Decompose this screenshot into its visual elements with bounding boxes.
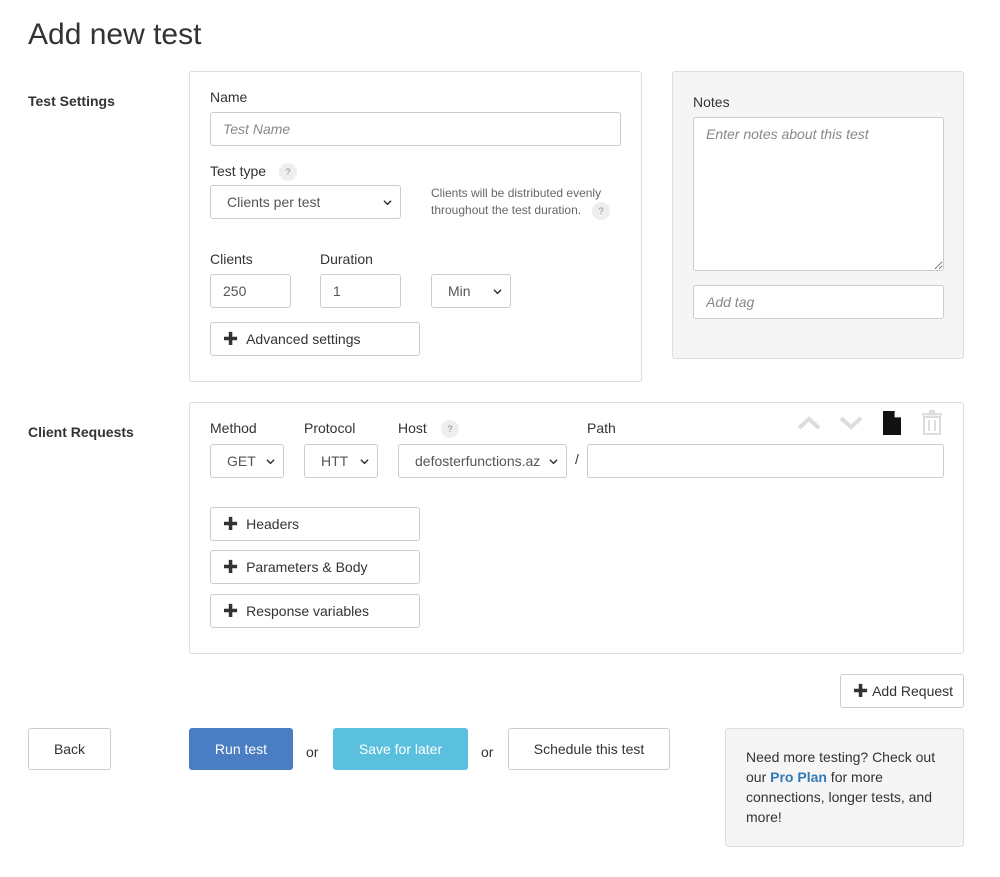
save-for-later-label: Save for later <box>358 741 443 757</box>
host-select[interactable]: defosterfunctions.az <box>398 444 567 478</box>
test-type-select[interactable]: Clients per test <box>210 185 401 219</box>
hint-help-icon[interactable]: ? <box>592 202 610 220</box>
protocol-label: Protocol <box>304 420 356 436</box>
chevron-down-icon <box>266 458 275 464</box>
test-type-help-icon[interactable]: ? <box>279 163 297 181</box>
name-label: Name <box>210 89 248 105</box>
schedule-test-label: Schedule this test <box>533 741 645 757</box>
protocol-value: HTT <box>321 453 349 469</box>
add-tag-input[interactable] <box>693 285 944 319</box>
add-request-label: Add Request <box>872 683 954 699</box>
notes-label: Notes <box>693 94 730 110</box>
path-label: Path <box>587 420 616 436</box>
copy-icon[interactable] <box>882 410 902 436</box>
protocol-select[interactable]: HTT <box>304 444 378 478</box>
pro-plan-link[interactable]: Pro Plan <box>770 769 827 785</box>
run-test-label: Run test <box>214 741 268 757</box>
trash-icon[interactable] <box>921 409 943 435</box>
notes-panel: Notes <box>672 71 964 359</box>
chevron-down-icon <box>360 458 369 464</box>
chevron-down-icon <box>383 199 392 205</box>
duration-label: Duration <box>320 251 373 267</box>
notes-textarea[interactable] <box>693 117 944 271</box>
duration-unit-value: Min <box>448 283 471 299</box>
plus-icon: ✚ <box>223 601 239 621</box>
advanced-settings-button[interactable]: ✚ Advanced settings <box>210 322 420 356</box>
headers-label: Headers <box>246 516 300 532</box>
test-type-label: Test type <box>210 163 267 179</box>
pro-plan-promo: Need more testing? Check out our Pro Pla… <box>725 728 964 847</box>
chevron-up-icon[interactable] <box>797 415 821 431</box>
parameters-body-label: Parameters & Body <box>246 559 368 575</box>
plus-icon: ✚ <box>853 681 869 701</box>
plus-icon: ✚ <box>223 557 239 577</box>
chevron-down-icon <box>549 458 558 464</box>
clients-label: Clients <box>210 251 253 267</box>
page-title: Add new test <box>28 18 202 51</box>
host-label: Host <box>398 420 427 436</box>
duration-unit-select[interactable]: Min <box>431 274 511 308</box>
method-label: Method <box>210 420 257 436</box>
chevron-down-icon[interactable] <box>839 415 863 431</box>
plus-icon: ✚ <box>223 329 239 349</box>
or-text: or <box>306 744 319 760</box>
plus-icon: ✚ <box>223 514 239 534</box>
schedule-test-button[interactable]: Schedule this test <box>508 728 670 770</box>
client-requests-panel: Method GET Protocol HTT Host ? defosterf… <box>189 402 964 654</box>
host-help-icon[interactable]: ? <box>441 420 459 438</box>
path-separator: / <box>575 451 579 467</box>
save-for-later-button[interactable]: Save for later <box>333 728 468 770</box>
or-text: or <box>481 744 494 760</box>
run-test-button[interactable]: Run test <box>189 728 293 770</box>
test-type-hint: Clients will be distributed evenly throu… <box>431 186 602 217</box>
client-requests-label: Client Requests <box>28 424 134 440</box>
add-request-button[interactable]: ✚ Add Request <box>840 674 964 708</box>
clients-input[interactable] <box>210 274 291 308</box>
advanced-settings-label: Advanced settings <box>246 331 361 347</box>
test-type-value: Clients per test <box>227 194 321 210</box>
test-name-input[interactable] <box>210 112 621 146</box>
parameters-body-button[interactable]: ✚ Parameters & Body <box>210 550 420 584</box>
method-value: GET <box>227 453 256 469</box>
response-variables-label: Response variables <box>246 603 370 619</box>
back-button[interactable]: Back <box>28 728 111 770</box>
response-variables-button[interactable]: ✚ Response variables <box>210 594 420 628</box>
path-input[interactable] <box>587 444 944 478</box>
chevron-down-icon <box>493 288 502 294</box>
duration-input[interactable] <box>320 274 401 308</box>
method-select[interactable]: GET <box>210 444 284 478</box>
host-value: defosterfunctions.az <box>415 453 541 469</box>
headers-button[interactable]: ✚ Headers <box>210 507 420 541</box>
test-settings-label: Test Settings <box>28 93 115 109</box>
test-settings-panel: Name Test type ? Clients per test Client… <box>189 71 642 382</box>
back-label: Back <box>53 741 86 757</box>
